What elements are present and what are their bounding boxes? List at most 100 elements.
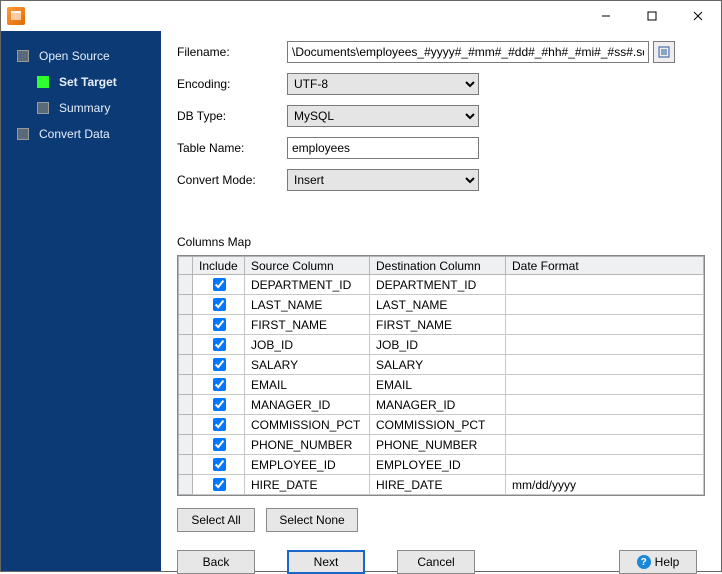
table-row[interactable]: PHONE_NUMBERPHONE_NUMBER <box>179 435 704 455</box>
dest-column-cell[interactable]: JOB_ID <box>370 335 506 355</box>
col-source-header[interactable]: Source Column <box>245 257 370 275</box>
step-open-source[interactable]: Open Source <box>1 43 161 69</box>
col-include-header[interactable]: Include <box>193 257 245 275</box>
dateformat-cell[interactable] <box>506 415 704 435</box>
source-column-cell[interactable]: FIRST_NAME <box>245 315 370 335</box>
source-column-cell[interactable]: JOB_ID <box>245 335 370 355</box>
dateformat-cell[interactable] <box>506 395 704 415</box>
source-column-cell[interactable]: EMAIL <box>245 375 370 395</box>
row-gutter <box>179 435 193 455</box>
include-checkbox[interactable] <box>213 318 226 331</box>
table-row[interactable]: SALARYSALARY <box>179 355 704 375</box>
close-button[interactable] <box>675 1 721 31</box>
step-set-target[interactable]: Set Target <box>1 69 161 95</box>
include-checkbox[interactable] <box>213 478 226 491</box>
include-checkbox[interactable] <box>213 378 226 391</box>
dest-column-cell[interactable]: DEPARTMENT_ID <box>370 275 506 295</box>
table-row[interactable]: HIRE_DATEHIRE_DATEmm/dd/yyyy <box>179 475 704 495</box>
source-column-cell[interactable]: SALARY <box>245 355 370 375</box>
browse-button[interactable] <box>653 41 675 63</box>
source-column-cell[interactable]: HIRE_DATE <box>245 475 370 495</box>
dateformat-cell[interactable] <box>506 275 704 295</box>
dest-column-cell[interactable]: COMMISSION_PCT <box>370 415 506 435</box>
maximize-button[interactable] <box>629 1 675 31</box>
next-button[interactable]: Next <box>287 550 365 574</box>
include-checkbox[interactable] <box>213 278 226 291</box>
filename-input[interactable] <box>287 41 649 63</box>
help-button-label: Help <box>655 555 680 569</box>
row-gutter <box>179 415 193 435</box>
include-checkbox[interactable] <box>213 438 226 451</box>
wizard-window: Open Source Set Target Summary Convert D… <box>0 0 722 572</box>
step-label: Open Source <box>39 49 110 63</box>
dateformat-cell[interactable] <box>506 295 704 315</box>
step-label: Set Target <box>59 75 117 89</box>
source-column-cell[interactable]: PHONE_NUMBER <box>245 435 370 455</box>
dest-column-cell[interactable]: EMPLOYEE_ID <box>370 455 506 475</box>
dbtype-select[interactable]: MySQL <box>287 105 479 127</box>
filename-label: Filename: <box>177 45 287 59</box>
help-button[interactable]: ? Help <box>619 550 697 574</box>
include-checkbox[interactable] <box>213 418 226 431</box>
dateformat-cell[interactable] <box>506 355 704 375</box>
dest-column-cell[interactable]: SALARY <box>370 355 506 375</box>
dateformat-cell[interactable]: mm/dd/yyyy <box>506 475 704 495</box>
row-gutter <box>179 455 193 475</box>
dest-column-cell[interactable]: LAST_NAME <box>370 295 506 315</box>
select-none-button[interactable]: Select None <box>266 508 357 532</box>
encoding-select[interactable]: UTF-8 <box>287 73 479 95</box>
table-row[interactable]: EMAILEMAIL <box>179 375 704 395</box>
include-checkbox[interactable] <box>213 398 226 411</box>
table-row[interactable]: COMMISSION_PCTCOMMISSION_PCT <box>179 415 704 435</box>
dateformat-cell[interactable] <box>506 435 704 455</box>
step-convert-data[interactable]: Convert Data <box>1 121 161 147</box>
dest-column-cell[interactable]: PHONE_NUMBER <box>370 435 506 455</box>
dateformat-cell[interactable] <box>506 315 704 335</box>
row-gutter <box>179 315 193 335</box>
include-checkbox[interactable] <box>213 458 226 471</box>
include-checkbox[interactable] <box>213 298 226 311</box>
columns-map-title: Columns Map <box>177 235 705 249</box>
wizard-sidebar: Open Source Set Target Summary Convert D… <box>1 31 161 571</box>
dateformat-cell[interactable] <box>506 375 704 395</box>
convertmode-label: Convert Mode: <box>177 173 287 187</box>
row-gutter <box>179 395 193 415</box>
dest-column-cell[interactable]: EMAIL <box>370 375 506 395</box>
app-icon <box>7 7 25 25</box>
row-gutter <box>179 375 193 395</box>
select-all-button[interactable]: Select All <box>177 508 255 532</box>
col-datefmt-header[interactable]: Date Format <box>506 257 704 275</box>
row-gutter <box>179 335 193 355</box>
dest-column-cell[interactable]: HIRE_DATE <box>370 475 506 495</box>
dbtype-label: DB Type: <box>177 109 287 123</box>
dateformat-cell[interactable] <box>506 335 704 355</box>
table-row[interactable]: MANAGER_IDMANAGER_ID <box>179 395 704 415</box>
include-checkbox[interactable] <box>213 358 226 371</box>
tablename-input[interactable] <box>287 137 479 159</box>
source-column-cell[interactable]: COMMISSION_PCT <box>245 415 370 435</box>
minimize-button[interactable] <box>583 1 629 31</box>
encoding-label: Encoding: <box>177 77 287 91</box>
table-row[interactable]: DEPARTMENT_IDDEPARTMENT_ID <box>179 275 704 295</box>
include-checkbox[interactable] <box>213 338 226 351</box>
tablename-label: Table Name: <box>177 141 287 155</box>
step-summary[interactable]: Summary <box>1 95 161 121</box>
convertmode-select[interactable]: Insert <box>287 169 479 191</box>
table-row[interactable]: FIRST_NAMEFIRST_NAME <box>179 315 704 335</box>
back-button[interactable]: Back <box>177 550 255 574</box>
dest-column-cell[interactable]: FIRST_NAME <box>370 315 506 335</box>
table-row[interactable]: JOB_IDJOB_ID <box>179 335 704 355</box>
columns-map-grid: Include Source Column Destination Column… <box>177 255 705 496</box>
source-column-cell[interactable]: EMPLOYEE_ID <box>245 455 370 475</box>
table-row[interactable]: EMPLOYEE_IDEMPLOYEE_ID <box>179 455 704 475</box>
table-row[interactable]: LAST_NAMELAST_NAME <box>179 295 704 315</box>
cancel-button[interactable]: Cancel <box>397 550 475 574</box>
source-column-cell[interactable]: LAST_NAME <box>245 295 370 315</box>
help-icon: ? <box>637 555 651 569</box>
dest-column-cell[interactable]: MANAGER_ID <box>370 395 506 415</box>
titlebar <box>1 1 721 31</box>
source-column-cell[interactable]: DEPARTMENT_ID <box>245 275 370 295</box>
source-column-cell[interactable]: MANAGER_ID <box>245 395 370 415</box>
col-dest-header[interactable]: Destination Column <box>370 257 506 275</box>
dateformat-cell[interactable] <box>506 455 704 475</box>
